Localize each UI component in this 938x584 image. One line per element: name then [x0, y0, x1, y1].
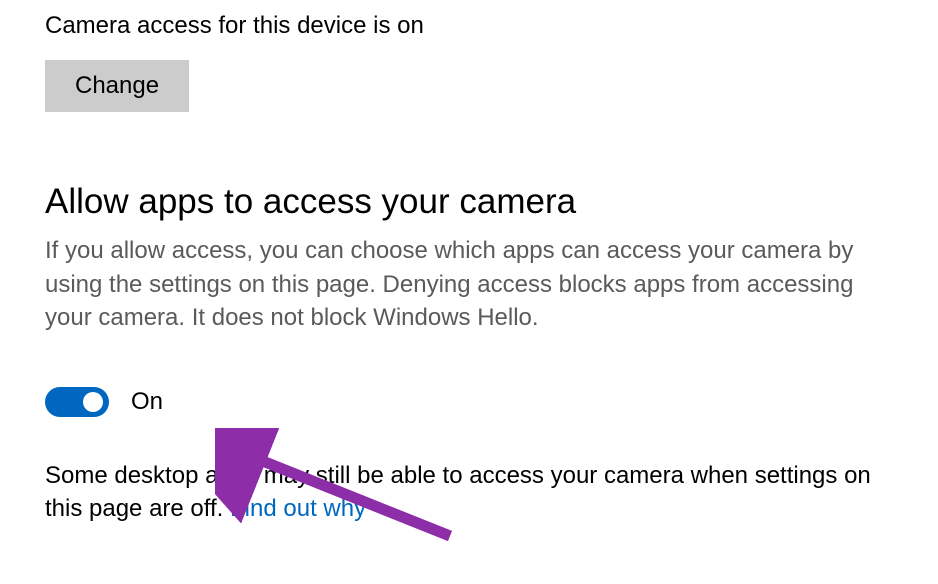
change-button[interactable]: Change	[45, 60, 189, 112]
allow-apps-description: If you allow access, you can choose whic…	[45, 234, 893, 335]
toggle-state-label: On	[131, 388, 163, 416]
toggle-knob-icon	[83, 392, 103, 412]
find-out-why-link[interactable]: Find out why	[230, 495, 366, 522]
footer-text-start: Some desktop apps may still be able to a…	[45, 462, 871, 523]
desktop-apps-notice: Some desktop apps may still be able to a…	[45, 459, 893, 526]
allow-apps-heading: Allow apps to access your camera	[45, 182, 893, 222]
allow-apps-toggle[interactable]	[45, 387, 109, 417]
allow-apps-toggle-row: On	[45, 387, 893, 417]
camera-device-status: Camera access for this device is on	[45, 12, 893, 40]
